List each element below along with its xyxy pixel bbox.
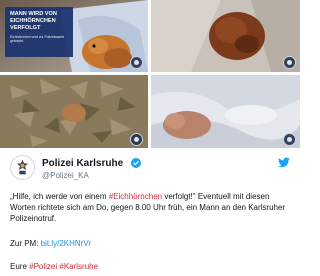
photo-squirrel-curled[interactable] bbox=[151, 0, 300, 72]
closing-line: Eure #Polizei #Karlsruhe bbox=[10, 261, 296, 272]
headline-subtitle: Eichhörnchen wird zur Polizeiwache gebra… bbox=[10, 35, 65, 44]
twitter-bird-icon[interactable] bbox=[278, 157, 290, 168]
press-release-label: Zur PM: bbox=[10, 239, 41, 248]
hashtag-karlsruhe[interactable]: #Karlsruhe bbox=[59, 262, 98, 271]
author-handle[interactable]: @Polizei_KA bbox=[42, 171, 89, 180]
police-badge-icon bbox=[130, 133, 143, 146]
verified-badge-icon bbox=[131, 158, 141, 168]
press-release-line: Zur PM: bit.ly/2KHNrVr bbox=[10, 238, 296, 249]
author-display-name[interactable]: Polizei Karlsruhe bbox=[42, 158, 123, 169]
photo-squirrel-in-leaves[interactable] bbox=[0, 75, 148, 148]
hashtag-eichhoernchen[interactable]: #Eichhörnchen bbox=[109, 192, 162, 201]
closing-text: Eure bbox=[10, 262, 30, 271]
tweet-text-before: „Hilfe, ich werde von einem bbox=[10, 192, 109, 201]
tweet-author: Polizei Karlsruhe @Polizei_KA bbox=[10, 155, 290, 183]
police-badge-icon bbox=[283, 133, 296, 146]
avatar[interactable] bbox=[10, 155, 35, 180]
headline-overlay: MANN WIRD VON EICHHÖRNCHEN VERFOLGT Eich… bbox=[5, 7, 73, 57]
media-grid: MANN WIRD VON EICHHÖRNCHEN VERFOLGT Eich… bbox=[0, 0, 300, 148]
photo-squirrel-on-fabric[interactable] bbox=[151, 75, 300, 148]
tweet-body: „Hilfe, ich werde von einem #Eichhörnche… bbox=[10, 191, 296, 224]
police-badge-icon bbox=[130, 56, 143, 69]
hashtag-polizei[interactable]: #Polizei bbox=[29, 262, 57, 271]
police-badge-icon bbox=[283, 56, 296, 69]
press-release-link[interactable]: bit.ly/2KHNrVr bbox=[41, 239, 91, 248]
headline-title: MANN WIRD VON EICHHÖRNCHEN VERFOLGT bbox=[10, 11, 57, 31]
